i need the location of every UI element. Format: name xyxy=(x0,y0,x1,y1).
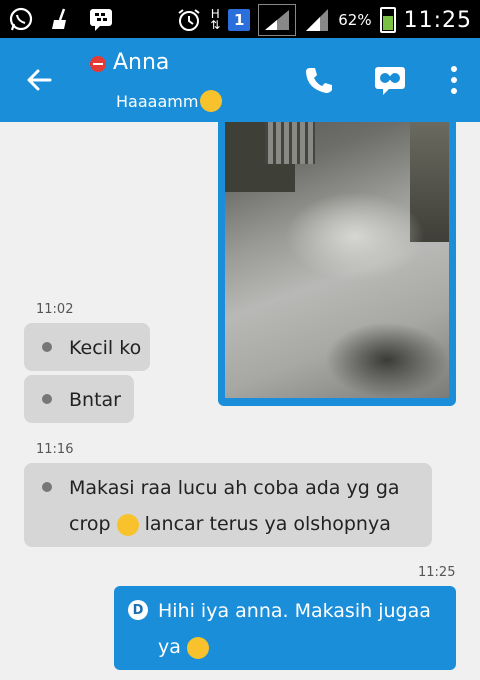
received-message[interactable]: Kecil ko xyxy=(24,323,150,371)
message-text: Kecil ko xyxy=(69,337,142,359)
alarm-icon xyxy=(176,7,202,33)
hug-emoji-icon xyxy=(200,90,223,112)
battery-icon xyxy=(379,7,396,33)
message-text-line-1: Hihi iya anna. Makasih jugaa xyxy=(158,600,431,622)
timestamp: 11:25 xyxy=(418,565,456,580)
sim-badge: 1 xyxy=(228,9,251,31)
clock: 11:25 xyxy=(403,7,472,33)
chat-header: Anna Haaaamm xyxy=(0,38,480,122)
whatsapp-icon xyxy=(8,6,34,32)
cleaner-icon xyxy=(48,6,74,32)
signal-strength-icon xyxy=(258,4,297,36)
sent-message[interactable]: D Hihi iya anna. Makasih jugaa ya xyxy=(114,586,456,670)
message-text-line-2: ya xyxy=(158,636,209,659)
bbm-icon xyxy=(88,6,114,32)
message-text: Bntar xyxy=(69,389,121,411)
timestamp: 11:16 xyxy=(36,442,74,457)
blushing-emoji-icon xyxy=(186,636,209,659)
contact-name[interactable]: Anna xyxy=(113,50,169,75)
received-message[interactable]: Makasi raa lucu ah coba ada yg ga crop l… xyxy=(24,463,432,547)
unread-dot-icon xyxy=(42,482,52,492)
signal-strength-icon-2 xyxy=(304,7,330,33)
heart-eyes-emoji-icon xyxy=(116,513,139,536)
received-message[interactable]: Bntar xyxy=(24,375,134,423)
message-text-line-1: Makasi raa lucu ah coba ada yg ga xyxy=(69,477,400,499)
battery-percent: 62% xyxy=(338,11,372,29)
busy-status-icon xyxy=(90,56,106,72)
video-chat-icon[interactable] xyxy=(372,62,408,98)
unread-dot-icon xyxy=(42,394,52,404)
sent-photo-bubble[interactable] xyxy=(218,122,456,406)
delivered-badge-icon: D xyxy=(128,600,148,620)
message-text-line-2: crop lancar terus ya olshopnya xyxy=(69,513,391,536)
contact-status-text: Haaaamm xyxy=(116,91,199,111)
chat-area[interactable]: 11:02 Kecil ko Bntar 11:16 Makasi raa lu… xyxy=(0,122,480,680)
timestamp: 11:02 xyxy=(36,302,74,317)
back-arrow-icon[interactable] xyxy=(20,62,60,98)
unread-dot-icon xyxy=(42,342,52,352)
status-bar: H ⇅ 1 62% 11:25 xyxy=(0,0,480,38)
overflow-menu-icon[interactable] xyxy=(436,62,472,98)
contact-status: Haaaamm xyxy=(116,90,223,112)
phone-icon[interactable] xyxy=(300,62,336,98)
network-type-indicator: H ⇅ xyxy=(210,7,221,32)
sent-photo[interactable] xyxy=(225,122,449,398)
